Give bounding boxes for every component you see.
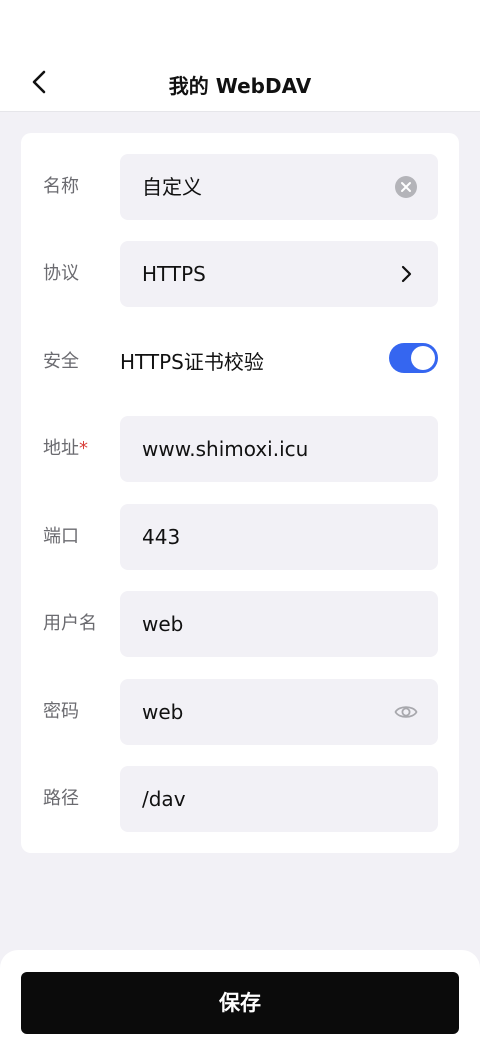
address-value: www.shimoxi.icu xyxy=(142,437,309,461)
https-verify-text: HTTPS证书校验 xyxy=(120,350,264,374)
name-field[interactable]: 自定义 xyxy=(120,154,438,220)
username-field[interactable]: web xyxy=(120,591,438,657)
protocol-select[interactable]: HTTPS xyxy=(120,241,438,307)
security-label: 安全 xyxy=(43,351,79,372)
password-label: 密码 xyxy=(43,701,79,722)
save-button[interactable]: 保存 xyxy=(21,972,459,1034)
address-field[interactable]: www.shimoxi.icu xyxy=(120,416,438,482)
required-mark: * xyxy=(79,438,88,459)
path-row: 路径 /dav xyxy=(21,766,459,832)
security-row: 安全 HTTPS证书校验 xyxy=(21,329,459,395)
port-row: 端口 443 xyxy=(21,504,459,570)
clear-circle-icon[interactable] xyxy=(394,175,418,199)
username-row: 用户名 web xyxy=(21,591,459,657)
protocol-value: HTTPS xyxy=(142,262,206,286)
webdav-form-card: 名称 自定义 协议 HTTPS 安全 HTTPS证书校验 地址* www.shi… xyxy=(21,133,459,853)
chevron-right-icon xyxy=(394,262,418,286)
password-row: 密码 web xyxy=(21,679,459,745)
address-row: 地址* www.shimoxi.icu xyxy=(21,416,459,482)
name-label: 名称 xyxy=(43,176,79,197)
https-verify-toggle[interactable] xyxy=(389,343,438,373)
password-value: web xyxy=(142,700,184,724)
path-field[interactable]: /dav xyxy=(120,766,438,832)
name-row: 名称 自定义 xyxy=(21,154,459,220)
protocol-label: 协议 xyxy=(43,263,79,284)
footer-bar: 保存 xyxy=(0,950,480,1056)
address-label-text: 地址 xyxy=(43,438,79,459)
username-value: web xyxy=(142,612,184,636)
name-value: 自定义 xyxy=(142,175,202,199)
address-label: 地址* xyxy=(43,416,88,482)
eye-icon[interactable] xyxy=(394,700,418,724)
navigation-bar: 我的 WebDAV xyxy=(0,0,480,112)
port-field[interactable]: 443 xyxy=(120,504,438,570)
path-value: /dav xyxy=(142,787,186,811)
password-field[interactable]: web xyxy=(120,679,438,745)
page-title: 我的 WebDAV xyxy=(168,74,312,98)
protocol-row: 协议 HTTPS xyxy=(21,241,459,307)
username-label: 用户名 xyxy=(43,613,97,634)
port-value: 443 xyxy=(142,525,181,549)
port-label: 端口 xyxy=(43,526,79,547)
path-label: 路径 xyxy=(43,788,79,809)
toggle-knob xyxy=(411,346,435,370)
